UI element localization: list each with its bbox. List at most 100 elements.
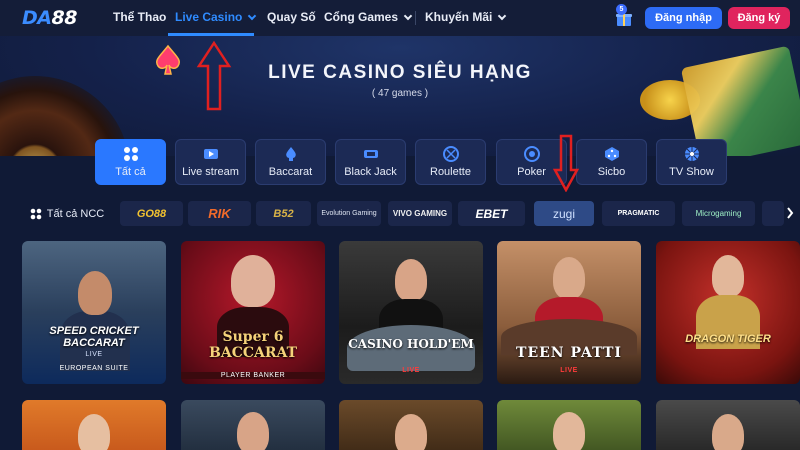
game-card-casino-holdem[interactable]: CASINO HOLD'EM LIVE — [339, 241, 483, 384]
dealer-face — [553, 257, 585, 299]
tab-label: Poker — [517, 166, 546, 178]
tab-label: Sicbo — [597, 166, 626, 178]
roulette-icon — [442, 146, 459, 162]
tab-label: Baccarat — [268, 166, 313, 178]
blackjack-icon — [363, 150, 378, 158]
live-badge: LIVE — [402, 367, 420, 374]
page-title: LIVE CASINO SIÊU HẠNG — [268, 62, 532, 83]
grid-icon — [123, 147, 138, 161]
game-subtitle: EUROPEAN SUITE — [59, 365, 129, 372]
baccarat-icon — [285, 147, 296, 161]
tab-label: Live stream — [182, 166, 239, 178]
tab-sicbo[interactable]: Sicbo — [576, 139, 647, 185]
chevron-right-icon[interactable] — [786, 207, 794, 219]
dice-icon — [604, 147, 619, 161]
grid-icon — [30, 208, 42, 219]
game-title: SPEED CRICKET BACCARAT — [49, 325, 139, 349]
tab-roulette[interactable]: Roulette — [415, 139, 486, 185]
game-card-super6-baccarat[interactable]: Super 6 BACCARAT PLAYER BANKER — [181, 241, 325, 384]
game-title: Super 6 BACCARAT — [209, 329, 297, 361]
live-badge: LIVE — [85, 351, 103, 358]
tab-label: TV Show — [669, 166, 714, 178]
nav-label: Quay Số — [267, 10, 316, 24]
game-title: TEEN PATTI — [516, 345, 622, 361]
tab-baccarat[interactable]: Baccarat — [255, 139, 326, 185]
provider-more-logo[interactable] — [762, 201, 784, 226]
dealer-face — [553, 412, 585, 450]
tab-tat-ca[interactable]: Tất cả — [95, 139, 166, 185]
notification-badge: 5 — [616, 4, 627, 15]
logo-suffix: 88 — [51, 7, 77, 29]
game-title: CASINO HOLD'EM — [348, 337, 474, 351]
chevron-down-icon — [248, 11, 257, 20]
nav-item-quay-so[interactable]: Quay Số — [267, 10, 316, 24]
live-badge: LIVE — [560, 367, 578, 374]
annotation-arrow-down — [553, 134, 579, 192]
nav-label: Cổng Games — [324, 10, 399, 24]
provider-go88[interactable]: GO88 — [120, 201, 183, 226]
tab-tv-show[interactable]: TV Show — [656, 139, 727, 185]
provider-ebet[interactable]: EBET — [458, 201, 525, 226]
provider-ezugi[interactable]: zugi — [534, 201, 594, 226]
dealer-face — [395, 414, 427, 450]
provider-all[interactable]: Tất cả NCC — [22, 201, 112, 226]
provider-b52[interactable]: B52 — [256, 201, 311, 226]
logo[interactable]: DA88 — [22, 7, 77, 29]
game-card-row2-4[interactable] — [497, 400, 641, 450]
hero-banner: LIVE CASINO SIÊU HẠNG ( 47 games ) — [0, 36, 800, 156]
provider-vivo[interactable]: VIVO GAMING — [388, 201, 452, 226]
dealer-face — [78, 271, 112, 315]
nav-divider — [415, 11, 416, 25]
game-card-row2-1[interactable] — [22, 400, 166, 450]
game-card-teen-patti[interactable]: TEEN PATTI LIVE — [497, 241, 641, 384]
provider-label: Tất cả NCC — [46, 207, 105, 220]
provider-label: VIVO GAMING — [392, 209, 448, 218]
register-button[interactable]: Đăng ký — [728, 7, 790, 29]
game-card-speed-cricket-baccarat[interactable]: SPEED CRICKET BACCARAT LIVE EUROPEAN SUI… — [22, 241, 166, 384]
game-subtitle: PLAYER BANKER — [181, 372, 325, 379]
annotation-arrow-up — [196, 40, 232, 111]
dealer-face — [395, 259, 427, 301]
nav-label: Live Casino — [175, 10, 243, 24]
game-card-row2-3[interactable] — [339, 400, 483, 450]
provider-rik[interactable]: RIK — [188, 201, 251, 226]
nav-item-the-thao[interactable]: Thể Thao — [113, 10, 166, 24]
logo-prefix: DA — [22, 7, 52, 29]
provider-label: Evolution Gaming — [321, 209, 377, 217]
dealer-face — [237, 412, 269, 450]
provider-evolution[interactable]: Evolution Gaming — [317, 201, 381, 226]
top-nav: DA88 Thể Thao Live Casino Quay Số Cổng G… — [0, 0, 800, 36]
provider-label: RIK — [208, 206, 231, 221]
tab-black-jack[interactable]: Black Jack — [335, 139, 406, 185]
chevron-down-icon — [498, 11, 507, 20]
tab-label: Roulette — [430, 166, 471, 178]
wheel-icon — [684, 147, 699, 161]
provider-pragmatic[interactable]: PRAGMATIC — [602, 201, 675, 226]
provider-label: Microgaming — [695, 209, 742, 218]
chevron-down-icon — [403, 11, 413, 20]
provider-label: B52 — [273, 207, 294, 220]
tv-play-icon — [203, 149, 218, 159]
dealer-face — [712, 255, 744, 297]
game-card-dragon-tiger[interactable]: DRAGON TIGER — [656, 241, 800, 384]
tab-label: Tất cả — [115, 166, 146, 178]
provider-label: zugi — [552, 206, 575, 221]
game-card-row2-5[interactable] — [656, 400, 800, 450]
dealer-face — [712, 414, 744, 450]
tab-live-stream[interactable]: Live stream — [175, 139, 246, 185]
nav-label: Thể Thao — [113, 10, 167, 24]
poker-chip-icon — [523, 146, 540, 162]
provider-label: GO88 — [136, 207, 167, 220]
provider-microgaming[interactable]: Microgaming — [682, 201, 755, 226]
game-title: DRAGON TIGER — [685, 333, 771, 345]
nav-item-live-casino[interactable]: Live Casino — [175, 10, 257, 24]
dealer-face — [78, 414, 110, 450]
provider-label: PRAGMATIC — [617, 210, 660, 217]
tab-label: Black Jack — [344, 166, 397, 178]
nav-item-khuyen-mai[interactable]: Khuyến Mãi — [425, 10, 507, 24]
game-card-row2-2[interactable] — [181, 400, 325, 450]
provider-label: EBET — [475, 206, 508, 221]
login-button[interactable]: Đăng nhập — [645, 7, 722, 29]
game-count: ( 47 games ) — [371, 88, 429, 99]
nav-item-cong-games[interactable]: Cổng Games — [324, 10, 413, 24]
